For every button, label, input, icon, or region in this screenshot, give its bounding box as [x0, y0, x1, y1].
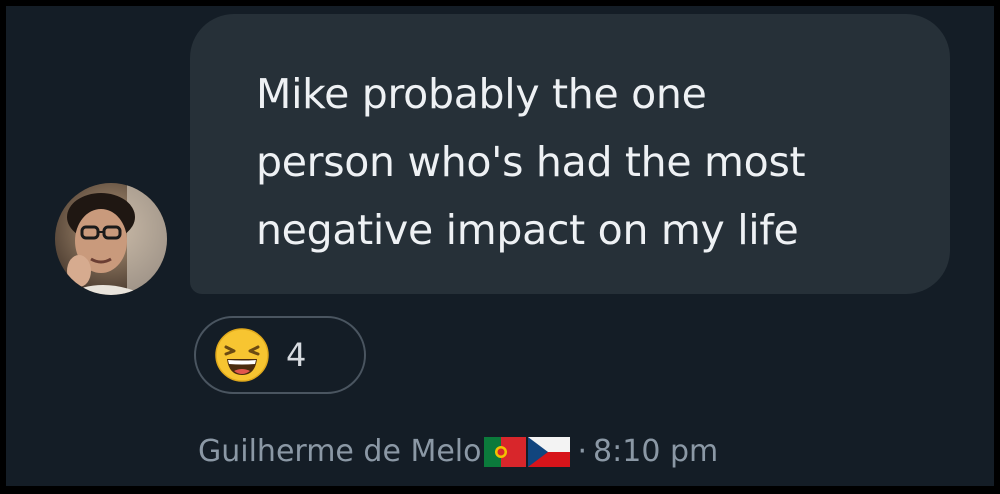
message-bubble[interactable]: Mike probably the one person who's had t…	[190, 14, 950, 294]
laughing-emoji-icon	[215, 328, 269, 382]
meta-separator: ·	[577, 434, 588, 469]
avatar-photo	[55, 183, 167, 295]
author-name[interactable]: Guilherme de Melo	[198, 434, 482, 469]
portugal-flag-icon	[483, 436, 526, 467]
message-meta: Guilherme de Melo · 8:10 pm	[198, 434, 718, 469]
author-flags	[483, 436, 572, 467]
czech-flag-icon	[527, 436, 570, 467]
chat-frame: Mike probably the one person who's had t…	[6, 6, 994, 486]
message-time: 8:10 pm	[593, 434, 719, 469]
avatar[interactable]	[55, 183, 167, 295]
message-text: Mike probably the one person who's had t…	[256, 70, 806, 254]
reaction-button[interactable]: 4	[194, 316, 366, 394]
reaction-count: 4	[286, 336, 307, 374]
